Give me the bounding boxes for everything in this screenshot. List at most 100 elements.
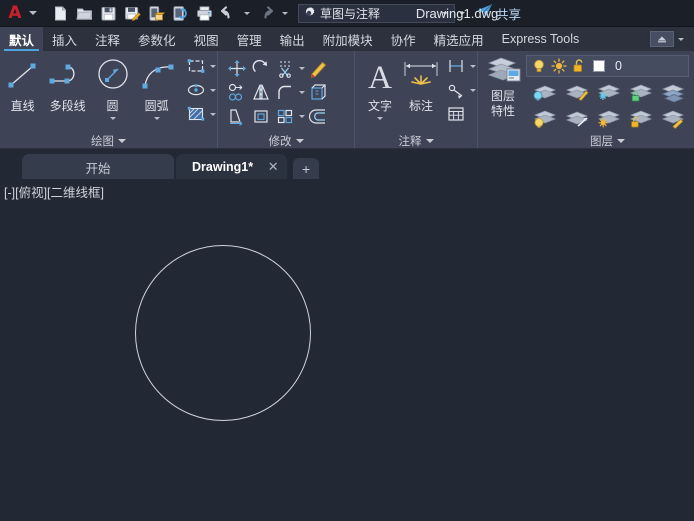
- layer-merge-icon[interactable]: [656, 80, 688, 104]
- circle-button[interactable]: 圆: [92, 54, 133, 123]
- text-dropdown-icon[interactable]: [377, 114, 383, 123]
- copy-icon[interactable]: [225, 80, 249, 104]
- leader-icon[interactable]: [444, 78, 468, 102]
- new-document-icon[interactable]: [48, 1, 72, 25]
- array-icon[interactable]: [273, 104, 297, 128]
- share-button[interactable]: 共享: [476, 0, 521, 26]
- sun-icon[interactable]: [549, 56, 569, 76]
- undo-dropdown-icon[interactable]: [240, 0, 254, 26]
- rectangle-icon[interactable]: [184, 54, 208, 78]
- array-dropdown-icon[interactable]: [297, 104, 306, 128]
- doc-tab-start[interactable]: 开始: [22, 154, 174, 180]
- close-icon[interactable]: ✕: [267, 159, 279, 175]
- unlocked-padlock-icon[interactable]: [569, 56, 589, 76]
- chevron-down-icon[interactable]: [438, 11, 452, 15]
- lightbulb-on-icon[interactable]: [529, 56, 549, 76]
- line-button[interactable]: 直线: [2, 54, 43, 114]
- drawing-canvas[interactable]: [-][俯视][二维线框]: [0, 179, 694, 521]
- circle-dropdown-icon[interactable]: [109, 114, 116, 123]
- hatch-icon[interactable]: [184, 102, 208, 126]
- annotation-panel-title[interactable]: 注释: [355, 132, 477, 149]
- erase-pencil-icon[interactable]: [306, 56, 330, 80]
- layer-freeze-icon[interactable]: [592, 80, 624, 104]
- layers-panel-title[interactable]: 图层: [478, 132, 694, 149]
- workspace-overflow-icon[interactable]: [455, 0, 469, 26]
- modify-panel-title[interactable]: 修改: [218, 132, 354, 149]
- floppy-save-icon[interactable]: [96, 1, 120, 25]
- ribbon-tab-manage[interactable]: 管理: [228, 27, 271, 51]
- dimension-button[interactable]: 标注: [399, 54, 443, 114]
- table-icon[interactable]: [444, 102, 468, 126]
- layer-control-combo[interactable]: 0: [526, 55, 689, 77]
- stretch-icon[interactable]: [225, 104, 249, 128]
- layer-lock-icon[interactable]: [624, 80, 656, 104]
- redo-arrow-icon[interactable]: [254, 1, 278, 25]
- ribbon-tab-collaborate[interactable]: 协作: [382, 27, 425, 51]
- ribbon-tab-addins[interactable]: 附加模块: [314, 27, 382, 51]
- ribbon-tab-output[interactable]: 输出: [271, 27, 314, 51]
- new-tab-button[interactable]: +: [293, 158, 320, 180]
- redo-dropdown-icon[interactable]: [278, 0, 292, 26]
- viewport-label[interactable]: [-][俯视][二维线框]: [4, 182, 104, 201]
- layer-color-swatch[interactable]: [589, 56, 609, 76]
- ellipse-icon[interactable]: [184, 78, 208, 102]
- sync-device-icon[interactable]: [168, 1, 192, 25]
- chevron-down-icon[interactable]: [674, 26, 688, 52]
- arc-dropdown-icon[interactable]: [153, 114, 160, 123]
- layer-unlock-icon[interactable]: [624, 106, 656, 130]
- device-export-icon[interactable]: [144, 1, 168, 25]
- ellipse-dropdown-icon[interactable]: [208, 78, 217, 102]
- text-button[interactable]: A 文字: [361, 54, 399, 123]
- scale-icon[interactable]: [249, 104, 273, 128]
- mirror-icon[interactable]: [249, 80, 273, 104]
- ribbon-tab-default[interactable]: 默认: [0, 27, 44, 51]
- layer-unisolate-icon[interactable]: [560, 106, 592, 130]
- move-icon[interactable]: [225, 56, 249, 80]
- ribbon-tab-express-tools[interactable]: Express Tools: [493, 27, 589, 51]
- quick-access-toolbar: [48, 0, 292, 26]
- circle-entity[interactable]: [135, 245, 311, 421]
- offset-icon[interactable]: [306, 104, 330, 128]
- ribbon-overflow-group[interactable]: [650, 27, 694, 51]
- trim-icon[interactable]: [273, 56, 297, 80]
- layer-thaw-icon[interactable]: [592, 106, 624, 130]
- ribbon-tab-insert[interactable]: 插入: [43, 27, 86, 51]
- layer-properties-button[interactable]: 图层 特性: [480, 55, 526, 119]
- undo-arrow-icon[interactable]: [216, 1, 240, 25]
- trim-dropdown-icon[interactable]: [297, 56, 306, 80]
- workspace-switcher[interactable]: 草图与注释: [298, 3, 455, 23]
- printer-icon[interactable]: [192, 1, 216, 25]
- ribbon-tabs-spacer: [588, 27, 650, 51]
- ribbon-minimize-icon[interactable]: [650, 31, 674, 47]
- arc-button[interactable]: 圆弧: [133, 54, 180, 123]
- ribbon-panel-draw: 直线 多段线 圆 圆弧 绘图: [0, 51, 218, 149]
- ribbon-tab-parametric[interactable]: 参数化: [129, 27, 185, 51]
- autocad-logo-icon: A: [8, 2, 22, 23]
- open-folder-icon[interactable]: [72, 1, 96, 25]
- fillet-dropdown-icon[interactable]: [297, 80, 306, 104]
- rectangle-dropdown-icon[interactable]: [208, 54, 217, 78]
- chevron-down-icon: [617, 138, 625, 143]
- rotate-icon[interactable]: [249, 56, 273, 80]
- save-as-icon[interactable]: [120, 1, 144, 25]
- layer-match-icon[interactable]: [656, 106, 688, 130]
- ribbon-tab-view[interactable]: 视图: [185, 27, 228, 51]
- hatch-dropdown-icon[interactable]: [208, 102, 217, 126]
- layer-off-icon[interactable]: [528, 80, 560, 104]
- ribbon-tab-featured-apps[interactable]: 精选应用: [425, 27, 493, 51]
- app-menu-caret-icon[interactable]: [26, 0, 40, 26]
- fillet-icon[interactable]: [273, 80, 297, 104]
- ribbon-tab-annotate[interactable]: 注释: [86, 27, 129, 51]
- dim-style-icon[interactable]: [444, 54, 468, 78]
- leader-dropdown-icon[interactable]: [468, 78, 477, 102]
- polyline-button[interactable]: 多段线: [43, 54, 92, 114]
- layer-isolate-icon[interactable]: [560, 80, 592, 104]
- explode-box-icon[interactable]: [306, 80, 330, 104]
- draw-panel-title[interactable]: 绘图: [0, 132, 217, 149]
- ribbon-bottom-divider: [0, 148, 694, 149]
- doc-tab-drawing1[interactable]: Drawing1* ✕: [176, 154, 288, 180]
- application-menu-button[interactable]: A: [0, 0, 26, 26]
- dim-style-dropdown-icon[interactable]: [468, 54, 477, 78]
- layer-on-icon[interactable]: [528, 106, 560, 130]
- draw-small-row-2: [184, 78, 217, 102]
